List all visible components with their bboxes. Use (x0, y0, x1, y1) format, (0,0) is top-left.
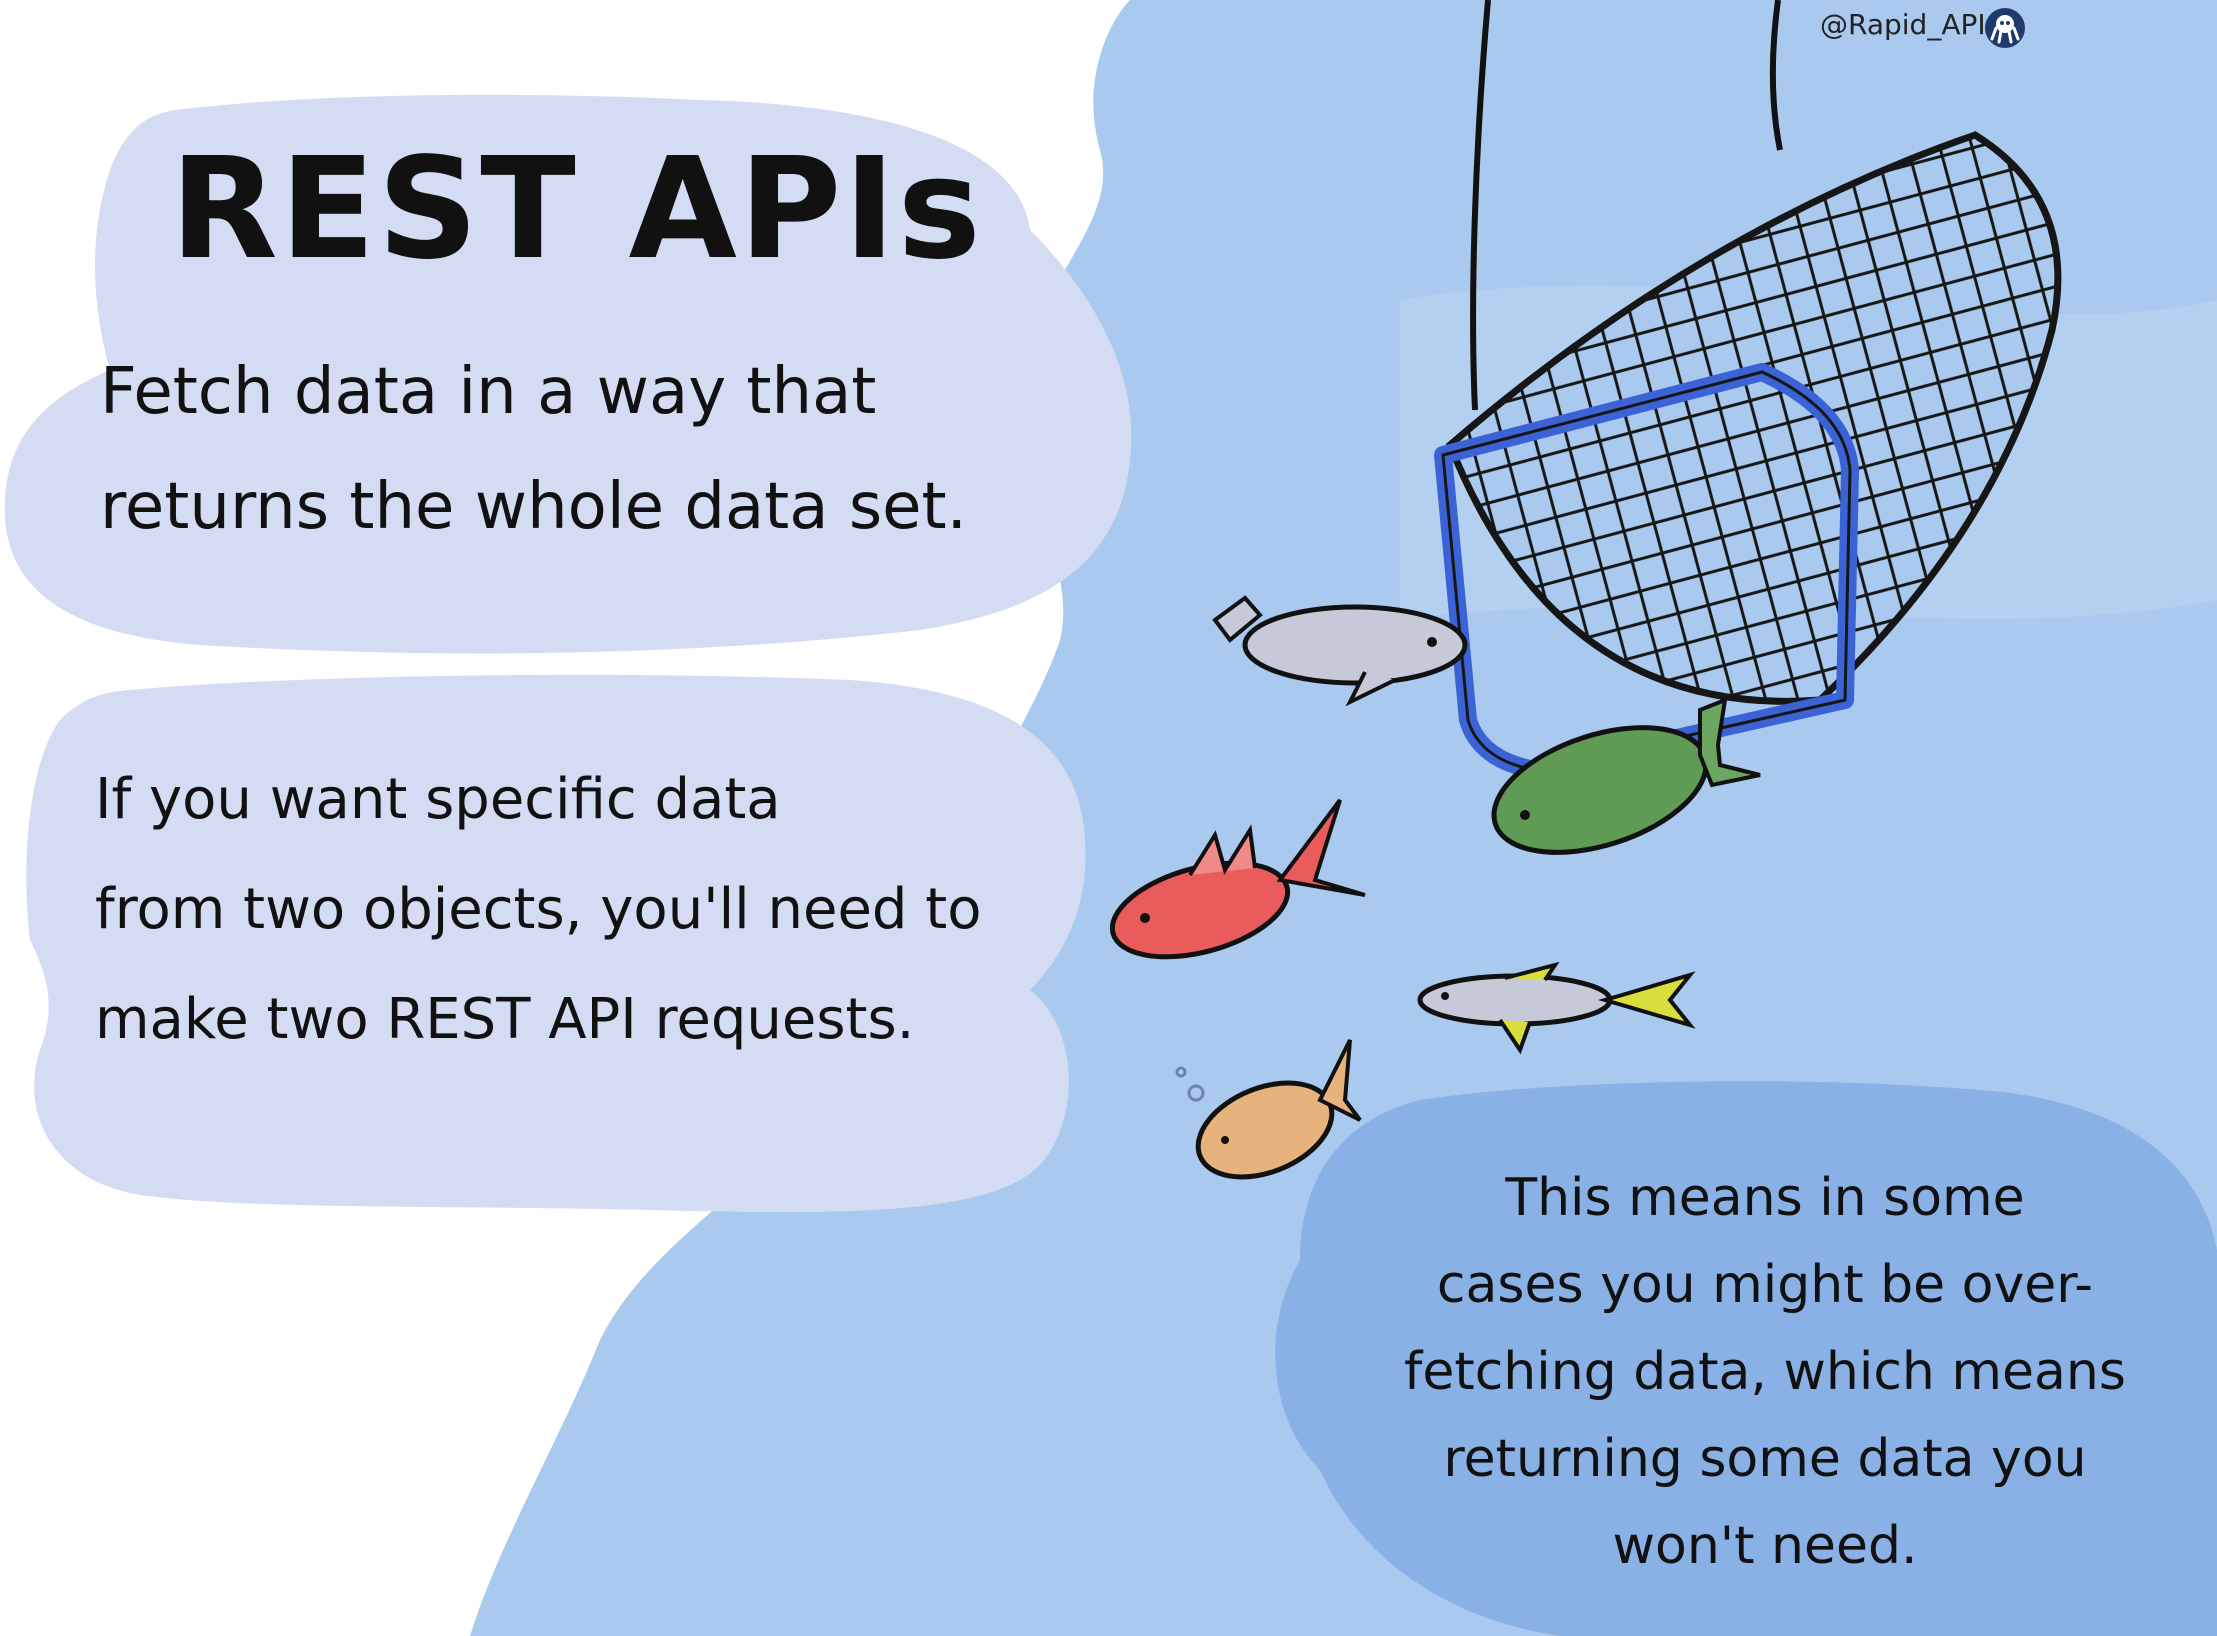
bubble-3-text: This means in some cases you might be ov… (1404, 1168, 2126, 1576)
credit-handle: @Rapid_API (1820, 8, 1986, 41)
bubble-2-text: If you want specific data from two objec… (95, 767, 982, 1052)
bubble-1-text: Fetch data in a way that returns the who… (100, 355, 967, 544)
octopus-logo-icon (1985, 8, 2025, 48)
page-title: REST APIs (170, 128, 983, 291)
